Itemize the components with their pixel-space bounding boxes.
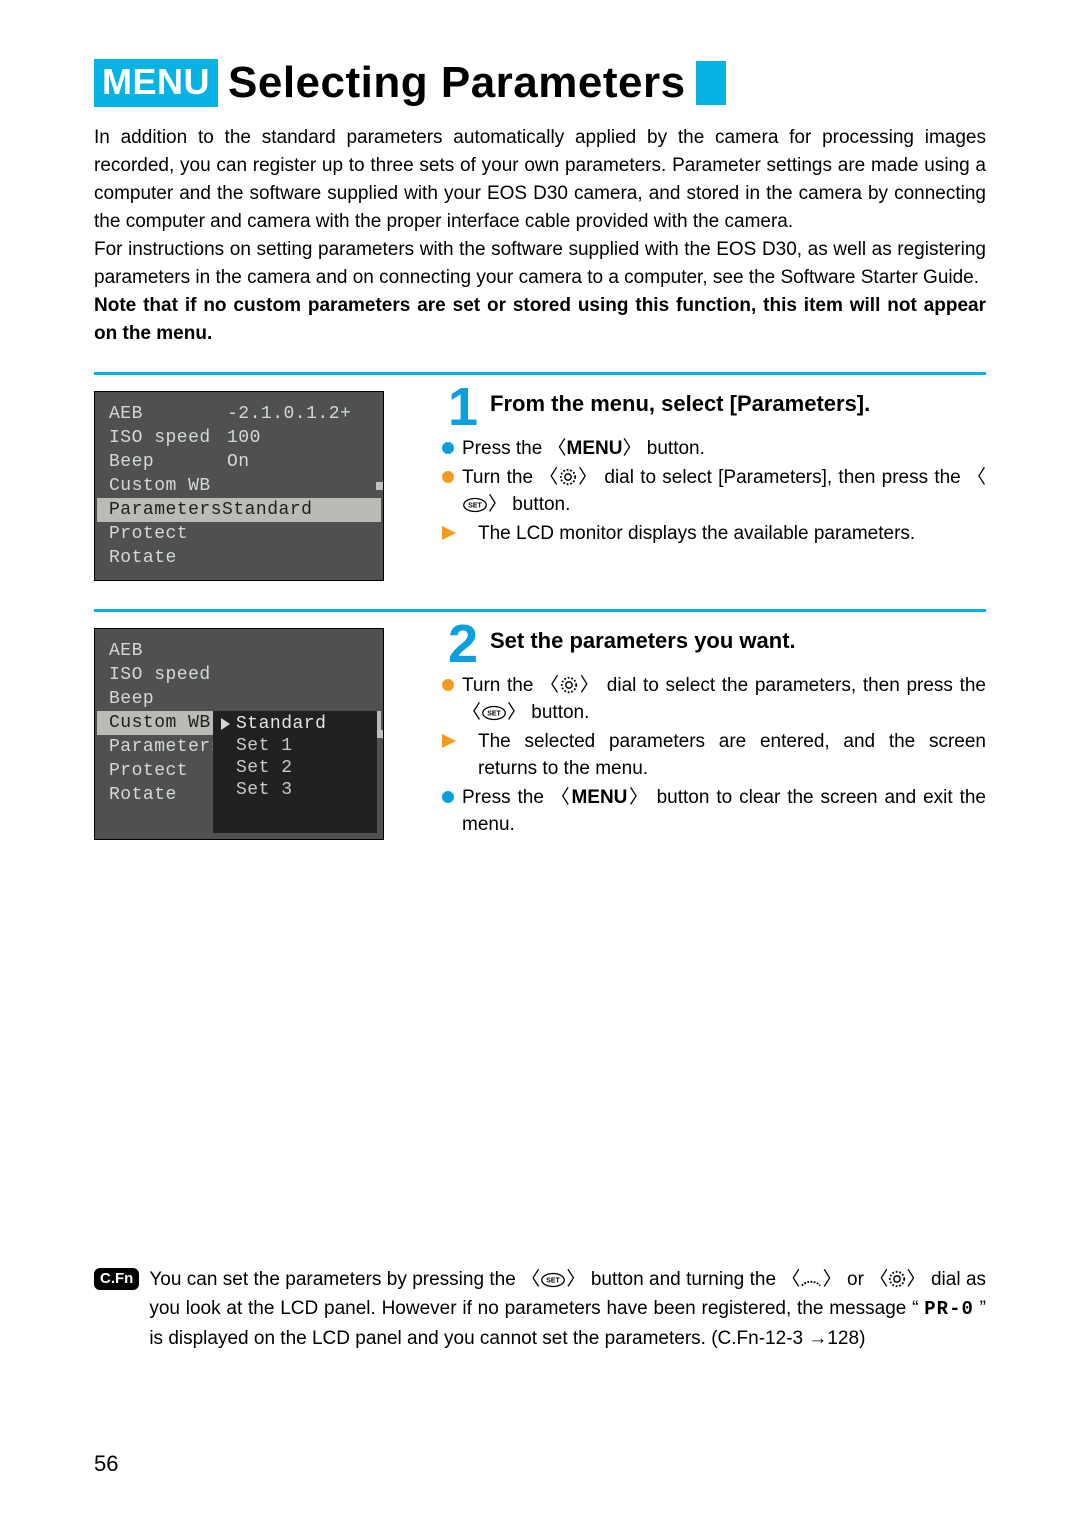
footnote: C.Fn You can set the parameters by press… — [94, 1265, 986, 1353]
set-button-icon: SET — [540, 1272, 566, 1288]
lcd-screenshot-1: AEB-2.1.0.1.2+ISO speed100BeepOnCustom W… — [94, 391, 384, 581]
cfn-badge: C.Fn — [94, 1268, 139, 1290]
arrow-icon — [442, 734, 470, 748]
step-2: AEBISO speedBeepCustom WBParametersProte… — [94, 622, 986, 840]
menu-badge: MENU — [94, 59, 218, 107]
lcd-row: Custom WB — [109, 474, 367, 498]
separator — [94, 372, 986, 375]
quick-dial-icon — [888, 1270, 906, 1288]
step-line: The selected parameters are entered, and… — [442, 728, 986, 782]
svg-text:SET: SET — [487, 711, 501, 718]
intro-block: In addition to the standard parameters a… — [94, 124, 986, 348]
lcd-submenu-item: Set 2 — [221, 757, 369, 779]
bullet-icon — [442, 442, 454, 454]
page-number: 56 — [94, 1451, 118, 1477]
intro-p2: For instructions on setting parameters w… — [94, 236, 986, 292]
lcd-row: ISO speed — [109, 663, 367, 687]
step-line: Press the 〈MENU〉 button to clear the scr… — [442, 784, 986, 838]
separator — [94, 609, 986, 612]
step-number: 1 — [442, 387, 484, 427]
step-line: Turn the 〈〉 dial to select [Parameters],… — [442, 464, 986, 518]
arrow-icon — [442, 526, 470, 540]
step-title: Set the parameters you want. — [490, 628, 796, 654]
bullet-icon — [442, 471, 454, 483]
lcd-screenshot-2: AEBISO speedBeepCustom WBParametersProte… — [94, 628, 384, 840]
lcd-row: Protect — [109, 522, 367, 546]
lcd-row: Beep — [109, 687, 367, 711]
intro-p1: In addition to the standard parameters a… — [94, 124, 986, 236]
lcd-submenu-item: Standard — [221, 713, 369, 735]
main-dial-icon — [800, 1274, 822, 1288]
bullet-icon — [442, 679, 454, 691]
lcd-submenu-item: Set 1 — [221, 735, 369, 757]
lcd-submenu-item: Set 3 — [221, 779, 369, 801]
step-line: Turn the 〈〉 dial to select the parameter… — [442, 672, 986, 726]
lcd-row: Rotate — [109, 546, 367, 570]
intro-note: Note that if no custom parameters are se… — [94, 292, 986, 348]
svg-text:SET: SET — [468, 503, 482, 510]
page-title-row: MENU Selecting Parameters — [94, 58, 986, 108]
lcd-row: ParametersStandard — [97, 498, 381, 522]
quick-dial-icon — [559, 468, 577, 486]
bullet-icon — [442, 791, 454, 803]
lcd-row: AEB — [109, 639, 367, 663]
step-title: From the menu, select [Parameters]. — [490, 391, 870, 417]
lcd-row: ISO speed100 — [109, 426, 367, 450]
set-button-icon: SET — [481, 705, 507, 721]
quick-dial-icon — [560, 676, 578, 694]
page-title: Selecting Parameters — [228, 58, 686, 108]
lcd-row: BeepOn — [109, 450, 367, 474]
step-line: Press the 〈MENU〉 button. — [442, 435, 986, 462]
lcd-row: AEB-2.1.0.1.2+ — [109, 402, 367, 426]
set-button-icon: SET — [462, 497, 488, 513]
step-1: AEB-2.1.0.1.2+ISO speed100BeepOnCustom W… — [94, 385, 986, 581]
step-line: The LCD monitor displays the available p… — [442, 520, 986, 547]
caret-icon — [221, 718, 230, 730]
lcd-submenu: StandardSet 1Set 2Set 3 — [213, 711, 377, 833]
svg-text:SET: SET — [547, 1278, 561, 1285]
step-number: 2 — [442, 624, 484, 664]
title-accent — [696, 61, 726, 105]
